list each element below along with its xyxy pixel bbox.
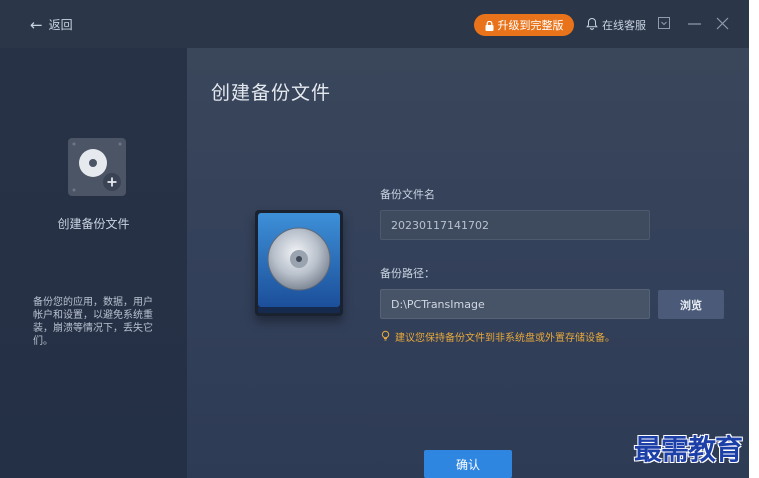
bell-icon [586,17,598,33]
sidebar: 创建备份文件 备份您的应用，数据，用户帐户和设置，以避免系统重装，崩溃等情况下，… [0,48,187,478]
path-input[interactable]: D:\PCTransImage [380,289,650,319]
page-title: 创建备份文件 [211,82,332,104]
online-support-button[interactable]: 在线客服 [586,17,646,33]
upgrade-label: 升级到完整版 [497,19,564,32]
menu-dropdown-icon[interactable] [656,14,672,32]
back-button[interactable]: ← 返回 [30,16,73,33]
storage-tip: 建议您保持备份文件到非系统盘或外置存储设备。 [380,329,615,344]
browse-button[interactable]: 浏览 [658,290,724,319]
support-label: 在线客服 [602,19,646,32]
lightbulb-icon [380,330,391,344]
filename-label: 备份文件名 [380,188,435,201]
minimize-icon[interactable] [686,14,702,32]
lock-icon [485,20,494,31]
backup-disk-icon [68,138,126,196]
back-label: 返回 [48,18,73,32]
arrow-left-icon: ← [30,15,43,34]
backup-disc-icon [255,210,343,316]
sidebar-title: 创建备份文件 [57,217,130,231]
watermark-logo: 最需教育 [634,433,743,466]
close-icon[interactable] [714,14,730,32]
upgrade-button[interactable]: 升级到完整版 [474,14,574,36]
filename-input[interactable]: 20230117141702 [380,210,650,240]
app-window: ← 返回 升级到完整版 在线客服 创建备份文件 备份您的应用，数据，用户帐户和设… [0,0,749,478]
main-panel: 创建备份文件 备份文件名 20230117141702 备份路径： D:\PCT… [187,48,749,478]
sidebar-description: 备份您的应用，数据，用户帐户和设置，以避免系统重装，崩溃等情况下，丢失它们。 [33,297,153,347]
confirm-button[interactable]: 确认 [424,450,512,478]
path-label: 备份路径： [380,267,435,280]
title-bar: ← 返回 升级到完整版 在线客服 [0,0,749,48]
tip-text: 建议您保持备份文件到非系统盘或外置存储设备。 [395,333,615,344]
